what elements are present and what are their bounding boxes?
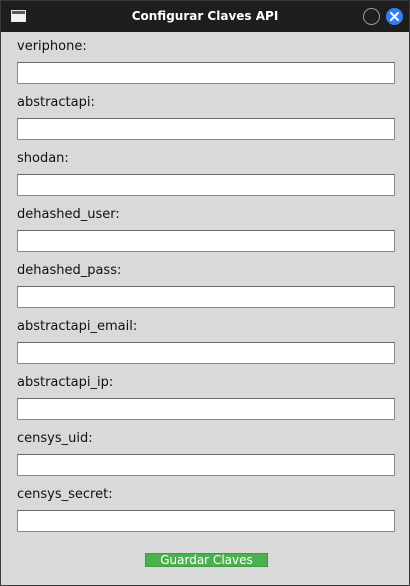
label-abstractapi-ip: abstractapi_ip: <box>17 375 114 390</box>
window-title: Configurar Claves API <box>131 9 279 23</box>
title-bar[interactable]: Configurar Claves API <box>1 1 409 32</box>
abstractapi-email-input[interactable] <box>17 342 395 364</box>
dehashed-pass-input[interactable] <box>17 286 395 308</box>
label-abstractapi-email: abstractapi_email: <box>17 319 138 334</box>
close-button[interactable] <box>386 8 403 25</box>
close-icon <box>390 12 399 21</box>
label-abstractapi: abstractapi: <box>17 95 95 110</box>
save-keys-button[interactable]: Guardar Claves <box>145 553 268 567</box>
minimize-button[interactable] <box>363 8 380 25</box>
label-dehashed-pass: dehashed_pass: <box>17 263 122 278</box>
label-censys-secret: censys_secret: <box>17 487 113 502</box>
abstractapi-ip-input[interactable] <box>17 398 395 420</box>
label-censys-uid: censys_uid: <box>17 431 93 446</box>
label-shodan: shodan: <box>17 151 69 166</box>
label-veriphone: veriphone: <box>17 39 87 54</box>
shodan-input[interactable] <box>17 174 395 196</box>
abstractapi-input[interactable] <box>17 118 395 140</box>
form-body: veriphone: abstractapi: shodan: dehashed… <box>1 32 409 585</box>
dehashed-user-input[interactable] <box>17 230 395 252</box>
censys-secret-input[interactable] <box>17 510 395 532</box>
label-dehashed-user: dehashed_user: <box>17 207 120 222</box>
api-keys-dialog: Configurar Claves API veriphone: abstrac… <box>0 0 410 586</box>
veriphone-input[interactable] <box>17 62 395 84</box>
censys-uid-input[interactable] <box>17 454 395 476</box>
